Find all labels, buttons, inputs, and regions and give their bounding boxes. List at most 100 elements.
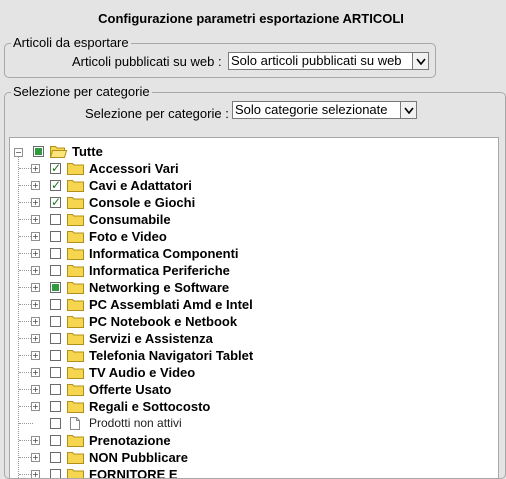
categorie-select-value: Solo categorie selezionate bbox=[235, 102, 388, 117]
tree-item[interactable]: Prodotti non attivi bbox=[10, 415, 490, 432]
folder-icon bbox=[67, 180, 84, 192]
tree-item[interactable]: + FORNITORE E bbox=[10, 466, 490, 478]
tree-item[interactable]: + Consumabile bbox=[10, 211, 490, 228]
tree-item-checkbox[interactable] bbox=[50, 367, 61, 378]
collapse-icon[interactable]: − bbox=[14, 148, 23, 157]
expand-icon[interactable]: + bbox=[31, 249, 40, 258]
tree-item[interactable]: + Foto e Video bbox=[10, 228, 490, 245]
tree-item[interactable]: + Networking e Software bbox=[10, 279, 490, 296]
tree-item[interactable]: + Cavi e Adattatori bbox=[10, 177, 490, 194]
chevron-down-icon[interactable] bbox=[412, 53, 428, 69]
tree-item-label: Prenotazione bbox=[89, 433, 171, 448]
tree-item-checkbox[interactable] bbox=[50, 452, 61, 463]
expand-icon[interactable]: + bbox=[31, 436, 40, 445]
tree-item-label: Networking e Software bbox=[89, 280, 230, 295]
folder-icon bbox=[67, 333, 84, 345]
tree-item-checkbox[interactable] bbox=[50, 265, 61, 276]
tree-item-checkbox[interactable] bbox=[50, 177, 61, 194]
tree-item-checkbox[interactable] bbox=[50, 350, 61, 361]
tree-item-checkbox[interactable] bbox=[50, 160, 61, 177]
folder-icon bbox=[67, 452, 84, 464]
tree-item[interactable]: + NON Pubblicare bbox=[10, 449, 490, 466]
tree-item-label: Servizi e Assistenza bbox=[89, 331, 213, 346]
expand-icon[interactable]: + bbox=[31, 266, 40, 275]
folder-icon bbox=[67, 214, 84, 226]
folder-icon bbox=[67, 316, 84, 328]
tree-item-checkbox[interactable] bbox=[50, 316, 61, 327]
tree-item[interactable]: + Informatica Periferiche bbox=[10, 262, 490, 279]
expand-icon[interactable]: + bbox=[31, 164, 40, 173]
tree-guide bbox=[19, 423, 33, 424]
chevron-down-icon[interactable] bbox=[400, 102, 416, 118]
tree-item-label: Accessori Vari bbox=[89, 161, 179, 176]
tree-item[interactable]: + Informatica Componenti bbox=[10, 245, 490, 262]
tree-item[interactable]: + Console e Giochi bbox=[10, 194, 490, 211]
tree-item[interactable]: + TV Audio e Video bbox=[10, 364, 490, 381]
folder-icon bbox=[67, 231, 84, 243]
categorie-label: Selezione per categorie : bbox=[85, 106, 229, 121]
expand-icon[interactable]: + bbox=[31, 385, 40, 394]
folder-icon bbox=[67, 299, 84, 311]
expand-icon[interactable]: + bbox=[31, 283, 40, 292]
expand-icon[interactable]: + bbox=[31, 470, 40, 478]
tree-item[interactable]: + Accessori Vari bbox=[10, 160, 490, 177]
tree-item[interactable]: + Prenotazione bbox=[10, 432, 490, 449]
tree-item[interactable]: + PC Notebook e Netbook bbox=[10, 313, 490, 330]
tree-item-checkbox[interactable] bbox=[50, 384, 61, 395]
tree-item[interactable]: + PC Assemblati Amd e Intel bbox=[10, 296, 490, 313]
tree-item-checkbox[interactable] bbox=[50, 435, 61, 446]
tree-item-checkbox[interactable] bbox=[50, 214, 61, 225]
expand-icon[interactable]: + bbox=[31, 198, 40, 207]
folder-icon bbox=[67, 435, 84, 447]
tree-item-checkbox[interactable] bbox=[50, 248, 61, 259]
open-folder-icon bbox=[50, 146, 67, 158]
expand-icon[interactable]: + bbox=[31, 300, 40, 309]
tree-item-checkbox[interactable] bbox=[50, 333, 61, 344]
articoli-web-select[interactable]: Solo articoli pubblicati su web bbox=[228, 52, 429, 70]
folder-icon bbox=[67, 384, 84, 396]
document-icon bbox=[70, 417, 80, 430]
expand-icon[interactable]: + bbox=[31, 453, 40, 462]
tree-item[interactable]: + Telefonia Navigatori Tablet bbox=[10, 347, 490, 364]
articoli-web-select-value: Solo articoli pubblicati su web bbox=[231, 53, 402, 68]
page-title: Configurazione parametri esportazione AR… bbox=[98, 11, 404, 26]
folder-icon bbox=[67, 282, 84, 294]
folder-icon bbox=[67, 265, 84, 277]
tree-item-label: Cavi e Adattatori bbox=[89, 178, 192, 193]
tree-item-label: PC Assemblati Amd e Intel bbox=[89, 297, 253, 312]
tree-item-label: Consumabile bbox=[89, 212, 171, 227]
tree-item-label: Regali e Sottocosto bbox=[89, 399, 211, 414]
tree-item-checkbox[interactable] bbox=[50, 418, 61, 429]
folder-icon bbox=[67, 367, 84, 379]
expand-icon[interactable]: + bbox=[31, 181, 40, 190]
expand-icon[interactable]: + bbox=[31, 334, 40, 343]
tree-item-label: NON Pubblicare bbox=[89, 450, 188, 465]
tree-item-label: TV Audio e Video bbox=[89, 365, 196, 380]
tree-item-label: PC Notebook e Netbook bbox=[89, 314, 238, 329]
tree-item-checkbox[interactable] bbox=[50, 282, 61, 293]
articoli-web-label: Articoli pubblicati su web : bbox=[72, 54, 222, 69]
folder-icon bbox=[67, 197, 84, 209]
category-tree[interactable]: − Tutte + Accessori Vari + Cavi e Adattator… bbox=[9, 137, 499, 479]
expand-icon[interactable]: + bbox=[31, 232, 40, 241]
tree-item-checkbox[interactable] bbox=[50, 401, 61, 412]
tree-item-checkbox[interactable] bbox=[50, 194, 61, 211]
expand-icon[interactable]: + bbox=[31, 317, 40, 326]
tree-root-checkbox[interactable] bbox=[33, 146, 44, 157]
expand-icon[interactable]: + bbox=[31, 368, 40, 377]
expand-icon[interactable]: + bbox=[31, 215, 40, 224]
expand-icon[interactable]: + bbox=[31, 402, 40, 411]
tree-item-checkbox[interactable] bbox=[50, 469, 61, 478]
tree-item[interactable]: + Servizi e Assistenza bbox=[10, 330, 490, 347]
tree-item-checkbox[interactable] bbox=[50, 299, 61, 310]
categorie-select[interactable]: Solo categorie selezionate bbox=[232, 101, 417, 119]
expand-icon[interactable]: + bbox=[31, 351, 40, 360]
tree-item-label: Console e Giochi bbox=[89, 195, 196, 210]
folder-icon bbox=[67, 350, 84, 362]
tree-item-label: Informatica Periferiche bbox=[89, 263, 230, 278]
tree-item[interactable]: + Offerte Usato bbox=[10, 381, 490, 398]
tree-item[interactable]: + Regali e Sottocosto bbox=[10, 398, 490, 415]
tree-item-checkbox[interactable] bbox=[50, 231, 61, 242]
tree-root-label: Tutte bbox=[72, 144, 103, 159]
tree-root[interactable]: − Tutte bbox=[10, 143, 490, 160]
